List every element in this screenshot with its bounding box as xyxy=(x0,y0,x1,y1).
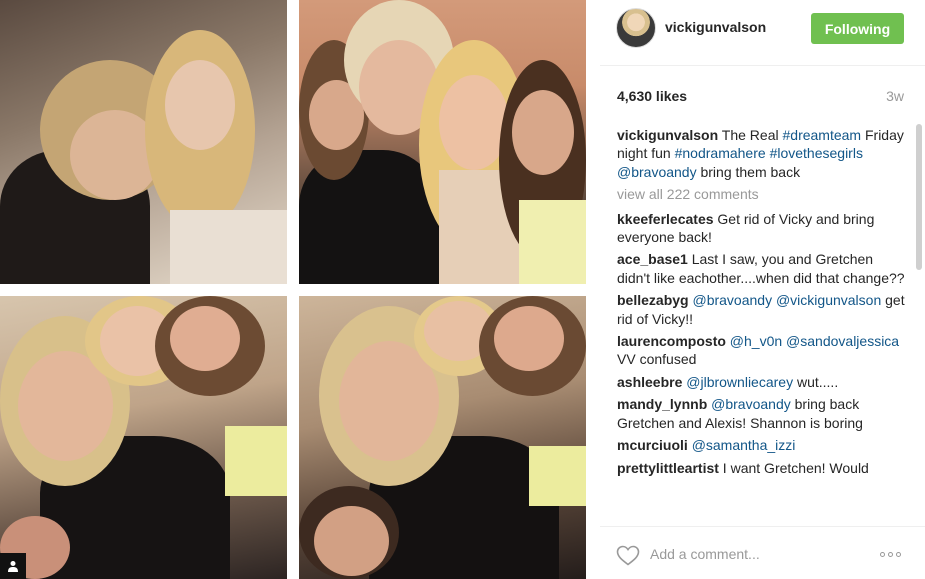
list-item: ashleebre @jlbrownliecarey wut..... xyxy=(617,373,907,391)
comment-input[interactable] xyxy=(650,542,870,566)
list-item: mcurciuoli @samantha_izzi xyxy=(617,436,907,454)
hashtag-link[interactable]: #dreamteam xyxy=(783,127,862,143)
hashtag-link[interactable]: #lovethesegirls xyxy=(770,145,863,161)
post-details-panel: vickigunvalson Following 4,630 likes 3w … xyxy=(600,0,925,579)
list-item: mandy_lynnb @bravoandy bring back Gretch… xyxy=(617,395,907,432)
likes-count[interactable]: 4,630 likes xyxy=(617,88,687,104)
comment-text: I want Gretchen! Would xyxy=(718,459,869,476)
heart-outline-icon[interactable] xyxy=(616,545,640,566)
tagged-users-button[interactable] xyxy=(0,553,26,579)
comment-text: VV confused xyxy=(617,351,697,368)
list-item: prettylittleartist I want Gretchen! Woul… xyxy=(617,459,907,477)
following-button[interactable]: Following xyxy=(811,13,904,44)
mention-link[interactable]: @bravoandy xyxy=(692,292,772,308)
mention-link[interactable]: @vickigunvalson xyxy=(776,292,881,308)
post-header: vickigunvalson Following xyxy=(600,0,925,66)
post-age[interactable]: 3w xyxy=(886,88,904,104)
comment-username[interactable]: ace_base1 xyxy=(617,251,688,267)
comment-username[interactable]: bellezabyg xyxy=(617,292,689,308)
avatar[interactable] xyxy=(616,8,656,48)
list-item: bellezabyg @bravoandy @vickigunvalson ge… xyxy=(617,291,907,328)
caption: vickigunvalson The Real #dreamteam Frida… xyxy=(617,127,904,180)
comment-username[interactable]: prettylittleartist xyxy=(617,460,719,476)
mention-link[interactable]: @jlbrownliecarey xyxy=(686,374,793,390)
comment-username[interactable]: kkeeferlecates xyxy=(617,211,714,227)
comment-username[interactable]: laurencomposto xyxy=(617,333,726,349)
list-item: kkeeferlecates Get rid of Vicky and brin… xyxy=(617,210,907,247)
caption-username[interactable]: vickigunvalson xyxy=(617,127,718,143)
mention-link[interactable]: @bravoandy xyxy=(711,396,791,412)
add-comment-bar xyxy=(600,526,925,579)
comment-username[interactable]: mandy_lynnb xyxy=(617,396,707,412)
collage-tile-top-right xyxy=(299,0,586,284)
mention-link[interactable]: @h_v0n xyxy=(730,333,782,349)
ellipsis-icon[interactable] xyxy=(880,552,901,557)
person-icon xyxy=(8,561,18,572)
comment-username[interactable]: ashleebre xyxy=(617,374,682,390)
view-all-comments-link[interactable]: view all 222 comments xyxy=(617,185,907,203)
mention-link[interactable]: @sandovaljessica xyxy=(786,333,899,349)
comment-text: wut..... xyxy=(793,373,839,390)
post-author-username[interactable]: vickigunvalson xyxy=(665,19,766,35)
mention-link[interactable]: @samantha_izzi xyxy=(692,437,796,453)
mention-link[interactable]: @bravoandy xyxy=(617,164,697,180)
comments-scrollbar[interactable] xyxy=(916,124,922,270)
list-item: laurencomposto @h_v0n @sandovaljessica V… xyxy=(617,332,907,369)
collage-tile-bottom-left xyxy=(0,296,287,579)
comment-username[interactable]: mcurciuoli xyxy=(617,437,688,453)
comments-list[interactable]: vickigunvalson The Real #dreamteam Frida… xyxy=(617,126,907,524)
list-item: ace_base1 Last I saw, you and Gretchen d… xyxy=(617,250,907,287)
collage-tile-top-left xyxy=(0,0,287,284)
hashtag-link[interactable]: #nodramahere xyxy=(675,145,766,161)
post-photo-collage[interactable] xyxy=(0,0,586,579)
collage-tile-bottom-right xyxy=(299,296,586,579)
